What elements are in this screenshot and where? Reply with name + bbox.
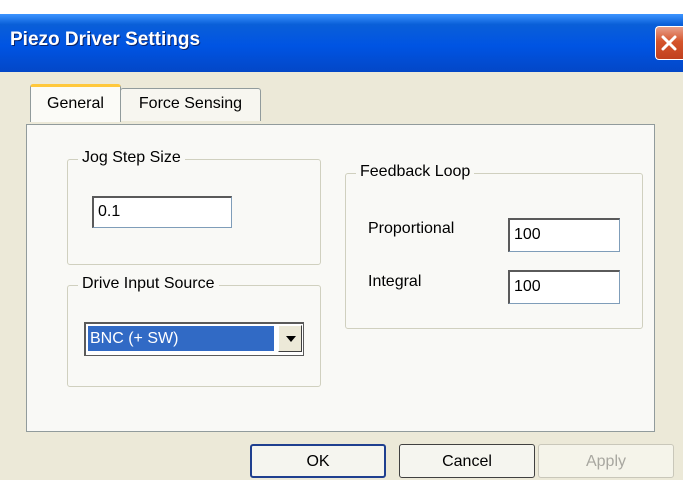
feedback-loop-label: Feedback Loop (356, 163, 475, 181)
close-x-icon (661, 35, 677, 51)
drive-input-group: Drive Input Source BNC (+ SW) (67, 275, 321, 387)
dropdown-button[interactable] (278, 325, 302, 352)
cancel-button[interactable]: Cancel (399, 444, 535, 478)
integral-label: Integral (368, 273, 422, 290)
settings-dialog: Piezo Driver Settings General Force Sens… (0, 14, 683, 480)
title-bar[interactable]: Piezo Driver Settings (0, 14, 683, 72)
tab-strip: General Force Sensing (0, 84, 683, 124)
ok-button[interactable]: OK (250, 444, 386, 478)
jog-step-group: Jog Step Size 0.1 (67, 149, 321, 265)
jog-step-input[interactable]: 0.1 (92, 196, 232, 228)
integral-input[interactable]: 100 (508, 270, 620, 304)
tab-force-sensing[interactable]: Force Sensing (120, 88, 261, 121)
proportional-input[interactable]: 100 (508, 218, 620, 252)
drive-input-label: Drive Input Source (78, 275, 219, 293)
chevron-down-icon (286, 336, 296, 342)
close-button[interactable] (655, 26, 683, 60)
jog-step-label: Jog Step Size (78, 149, 185, 167)
tab-general[interactable]: General (30, 84, 121, 122)
proportional-label: Proportional (368, 220, 455, 237)
drive-input-selected-value: BNC (+ SW) (88, 326, 274, 351)
window-title: Piezo Driver Settings (10, 29, 201, 50)
apply-button[interactable]: Apply (538, 444, 674, 478)
feedback-loop-group: Feedback Loop Proportional 100 Integral … (345, 163, 643, 329)
general-tab-panel: Jog Step Size 0.1 Drive Input Source BNC… (26, 124, 655, 432)
drive-input-select[interactable]: BNC (+ SW) (84, 322, 304, 356)
